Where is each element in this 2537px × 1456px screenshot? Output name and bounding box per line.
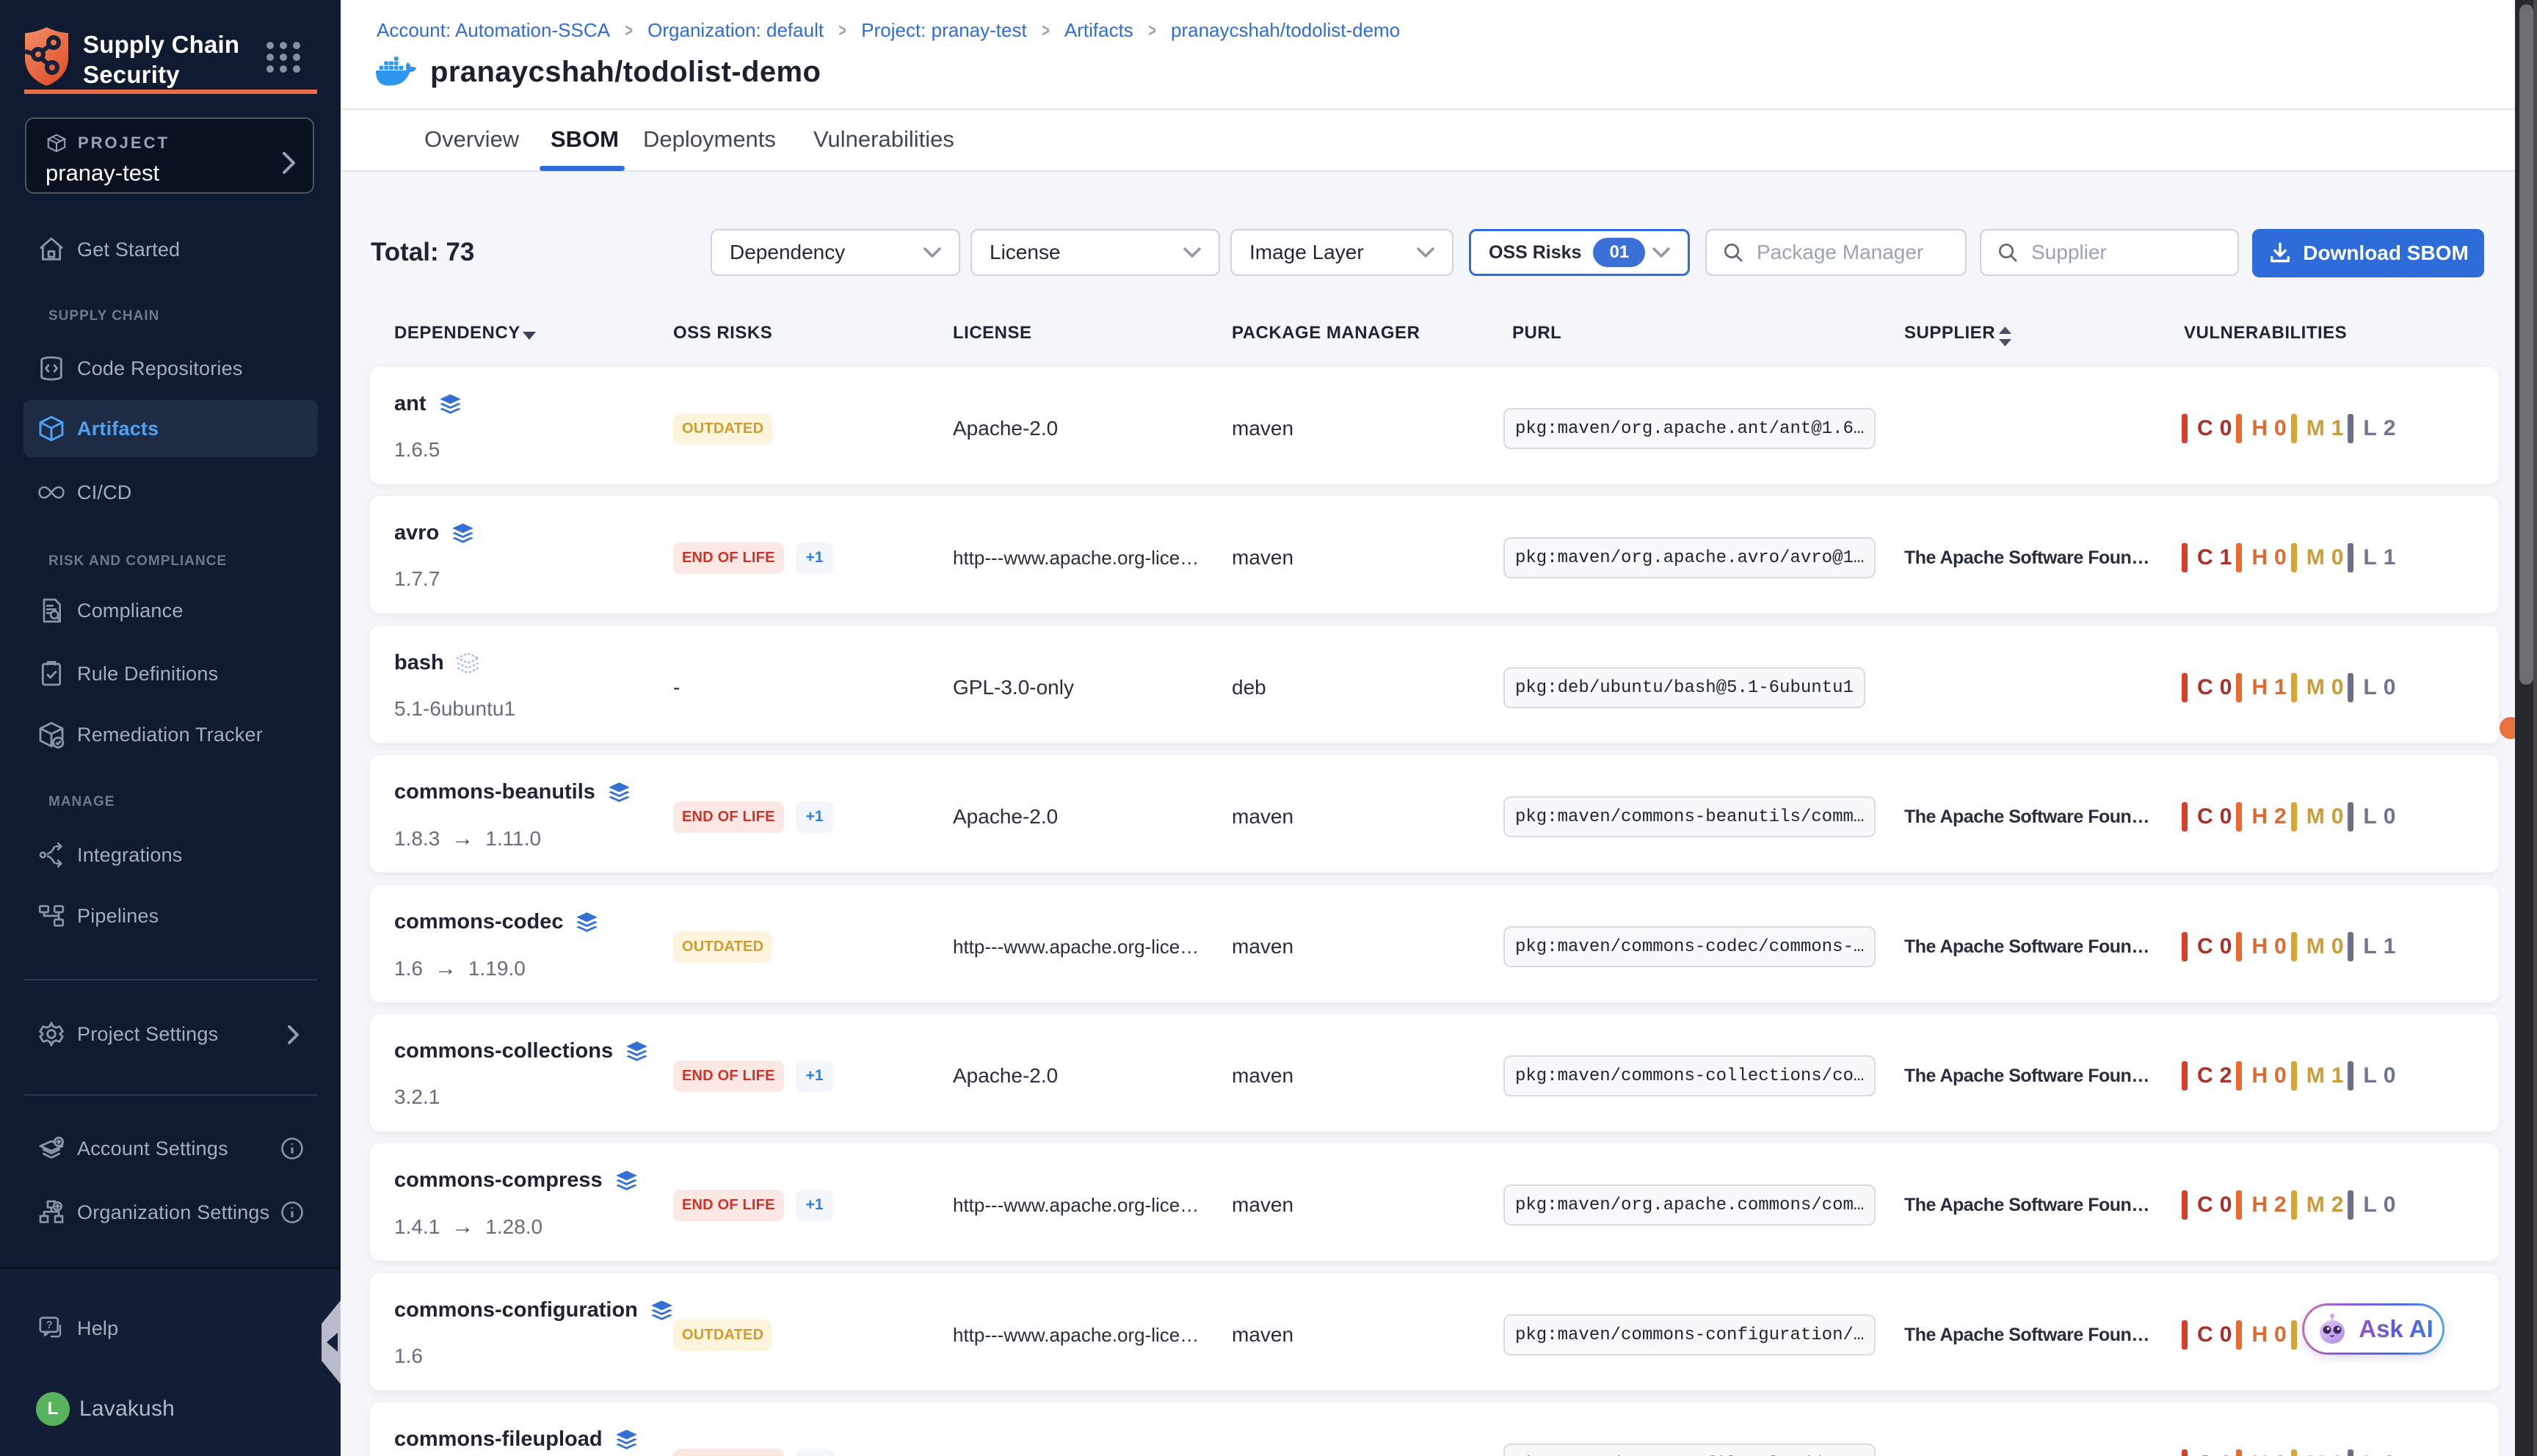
svg-text:?: ? bbox=[46, 1320, 53, 1331]
